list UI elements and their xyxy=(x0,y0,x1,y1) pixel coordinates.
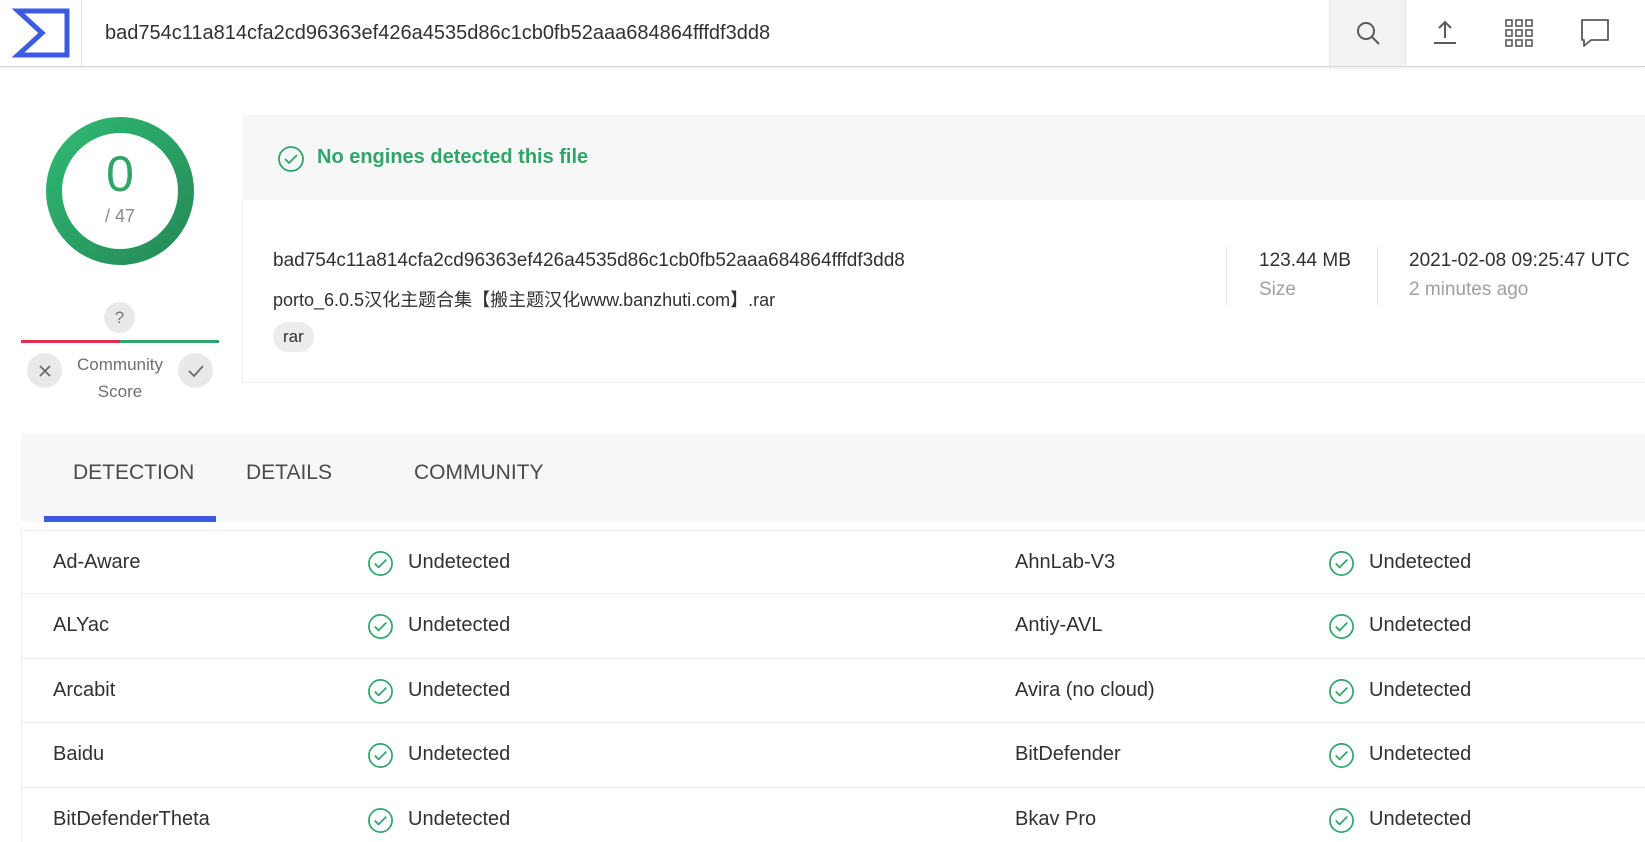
search-icon xyxy=(1356,22,1380,45)
analysis-date: 2021-02-08 09:25:47 UTC xyxy=(1409,250,1630,271)
engine-name: AhnLab-V3 xyxy=(1015,551,1116,573)
vote-harmless-button[interactable] xyxy=(178,353,213,388)
community-bar-positive xyxy=(120,340,219,343)
search-input[interactable] xyxy=(82,0,1329,66)
engine-name: ALYac xyxy=(53,614,109,637)
engine-status: Undetected xyxy=(408,614,511,637)
check-circle-icon xyxy=(368,614,393,640)
close-icon xyxy=(38,364,51,377)
engine-name: BitDefender xyxy=(1015,743,1121,766)
tab-community[interactable]: COMMUNITY xyxy=(414,461,544,485)
engine-status: Undetected xyxy=(1369,551,1472,573)
detection-banner-text: No engines detected this file xyxy=(317,146,589,168)
apps-button[interactable] xyxy=(1484,0,1554,66)
file-name: porto_6.0.5汉化主题合集【搬主题汉化www.banzhuti.com】… xyxy=(273,290,776,310)
divider xyxy=(1377,247,1378,305)
analysis-relative-time: 2 minutes ago xyxy=(1409,279,1529,300)
check-circle-icon xyxy=(368,807,393,833)
check-circle-icon xyxy=(278,146,304,172)
engine-name: Baidu xyxy=(53,743,105,766)
table-row: ALYac Undetected Antiy-AVL Undetected xyxy=(22,594,1645,659)
engine-status: Undetected xyxy=(1369,807,1472,830)
tab-detection[interactable]: DETECTION xyxy=(73,461,194,485)
engine-name: Arcabit xyxy=(53,678,116,701)
table-row: Arcabit Undetected Avira (no cloud) Unde… xyxy=(22,659,1645,724)
engine-name: Avira (no cloud) xyxy=(1015,678,1155,701)
check-circle-icon xyxy=(1329,678,1354,704)
engine-status: Undetected xyxy=(1369,614,1472,637)
file-hash: bad754c11a814cfa2cd96363ef426a4535d86c1c… xyxy=(273,250,905,271)
community-score-value: ? xyxy=(104,302,135,333)
engine-status: Undetected xyxy=(408,678,511,701)
engine-status: Undetected xyxy=(408,743,511,766)
engine-name: Antiy-AVL xyxy=(1015,614,1103,637)
file-size-value: 123.44 MB xyxy=(1259,250,1351,271)
apps-grid-icon xyxy=(1505,19,1533,47)
upload-button[interactable] xyxy=(1410,0,1480,66)
engine-status: Undetected xyxy=(1369,678,1472,701)
search-button[interactable] xyxy=(1329,0,1406,66)
table-row: Ad-Aware Undetected AhnLab-V3 Undetected xyxy=(22,530,1645,595)
check-circle-icon xyxy=(368,743,393,769)
active-tab-indicator xyxy=(44,516,216,522)
vote-malicious-button[interactable] xyxy=(27,353,62,388)
checkmark-icon xyxy=(187,364,204,377)
table-row: BitDefenderTheta Undetected Bkav Pro Und… xyxy=(22,788,1645,842)
engine-name: BitDefenderTheta xyxy=(53,807,210,830)
engine-total: / 47 xyxy=(104,206,136,226)
engine-status: Undetected xyxy=(408,807,511,830)
table-row: Baidu Undetected BitDefender Undetected xyxy=(22,723,1645,788)
check-circle-icon xyxy=(368,678,393,704)
community-bar-negative xyxy=(21,340,120,343)
check-circle-icon xyxy=(1329,614,1354,640)
detection-table: Ad-Aware Undetected AhnLab-V3 Undetected… xyxy=(21,530,1645,842)
file-type-tag[interactable]: rar xyxy=(273,322,314,352)
chat-button[interactable] xyxy=(1560,0,1630,66)
upload-icon xyxy=(1434,20,1456,44)
divider xyxy=(1226,247,1227,305)
vt-logo-icon[interactable] xyxy=(0,0,82,66)
engine-status: Undetected xyxy=(408,551,511,573)
top-bar xyxy=(0,0,1645,67)
engine-status: Undetected xyxy=(1369,743,1472,766)
check-circle-icon xyxy=(368,551,393,576)
chat-icon xyxy=(1581,19,1609,47)
community-score-label: Community Score xyxy=(77,355,163,401)
engine-name: Ad-Aware xyxy=(53,551,141,573)
engine-name: Bkav Pro xyxy=(1015,807,1097,830)
detection-count: 0 xyxy=(106,146,134,202)
check-circle-icon xyxy=(1329,743,1354,769)
check-circle-icon xyxy=(1329,551,1354,576)
tab-details[interactable]: DETAILS xyxy=(246,461,332,485)
check-circle-icon xyxy=(1329,807,1354,833)
file-size-label: Size xyxy=(1259,279,1296,300)
